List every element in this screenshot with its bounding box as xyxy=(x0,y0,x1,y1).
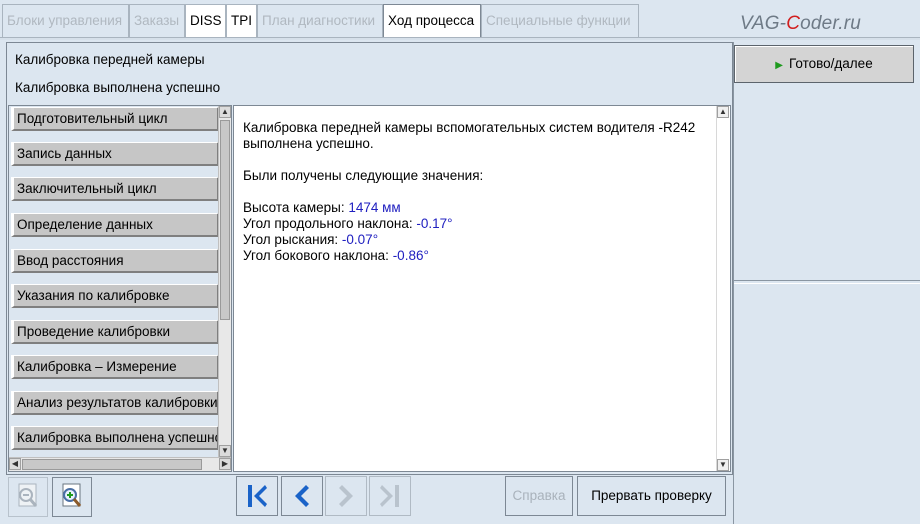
scroll-down-icon[interactable]: ▼ xyxy=(717,459,729,471)
list-item[interactable]: Определение данных xyxy=(11,213,219,237)
tab-process[interactable]: Ход процесса xyxy=(383,4,481,40)
message-line: выполнена успешно. xyxy=(243,136,374,151)
tab-orders[interactable]: Заказы xyxy=(129,4,185,37)
scroll-thumb[interactable] xyxy=(220,120,230,320)
list-item[interactable]: Заключительный цикл xyxy=(11,177,219,201)
tab-tpi[interactable]: TPI xyxy=(226,4,257,37)
brand-watermark: VAG-Coder.ru xyxy=(740,13,862,34)
next-icon xyxy=(339,485,353,507)
content-vertical-scrollbar[interactable]: ▲ ▼ xyxy=(716,106,730,471)
value-row: Угол рыскания: -0.07° xyxy=(243,232,379,247)
tab-control-units[interactable]: Блоки управления xyxy=(2,4,129,37)
step-list: Подготовительный цикл Запись данных Закл… xyxy=(8,105,232,472)
list-item[interactable]: Запись данных xyxy=(11,142,219,166)
zoom-out-button[interactable] xyxy=(8,477,48,517)
status-text: Калибровка выполнена успешно xyxy=(15,80,221,95)
play-icon: ▶ xyxy=(775,60,783,71)
last-icon xyxy=(380,485,399,507)
list-item[interactable]: Калибровка выполнена успешно xyxy=(11,426,219,450)
values-intro: Были получены следующие значения: xyxy=(243,168,484,183)
tab-bar: Блоки управления Заказы DISS TPI План ди… xyxy=(0,0,920,40)
scroll-up-icon[interactable]: ▲ xyxy=(219,106,231,118)
value-row: Высота камеры: 1474 мм xyxy=(243,200,401,215)
scroll-thumb[interactable] xyxy=(22,459,202,470)
last-button[interactable] xyxy=(369,476,411,516)
value-row: Угол продольного наклона: -0.17° xyxy=(243,216,453,231)
scroll-right-icon[interactable]: ▶ xyxy=(219,458,231,470)
page-title: Калибровка передней камеры xyxy=(15,52,205,67)
abort-test-button[interactable]: Прервать проверку xyxy=(577,476,726,516)
tab-divider xyxy=(0,37,920,40)
zoom-out-icon xyxy=(18,483,38,507)
next-button[interactable] xyxy=(325,476,367,516)
previous-button[interactable] xyxy=(281,476,323,516)
step-list-horizontal-scrollbar[interactable]: ◀ ▶ xyxy=(9,457,231,471)
zoom-in-icon xyxy=(62,483,82,507)
help-button[interactable]: Справка xyxy=(505,476,573,516)
list-item[interactable]: Проведение калибровки xyxy=(11,320,219,344)
list-item[interactable]: Указания по калибровке xyxy=(11,284,219,308)
message-line: Калибровка передней камеры вспомогательн… xyxy=(243,120,696,135)
first-icon xyxy=(248,485,267,507)
zoom-in-button[interactable] xyxy=(52,477,92,517)
panel-separator xyxy=(734,283,920,284)
value-row: Угол бокового наклона: -0.86° xyxy=(243,248,429,263)
scroll-down-icon[interactable]: ▼ xyxy=(219,445,231,457)
list-item[interactable]: Калибровка – Измерение xyxy=(11,355,219,379)
ready-next-button[interactable]: ▶ Готово/далее xyxy=(734,45,914,83)
panel-separator xyxy=(734,280,920,281)
previous-icon xyxy=(295,485,309,507)
content-pane: Калибровка передней камеры вспомогательн… xyxy=(233,105,731,472)
list-item[interactable]: Анализ результатов калибровки xyxy=(11,391,219,415)
list-item[interactable]: Подготовительный цикл xyxy=(11,107,219,131)
tab-diss[interactable]: DISS xyxy=(185,4,226,37)
result-message: Калибровка передней камеры вспомогательн… xyxy=(243,120,708,264)
step-list-vertical-scrollbar[interactable]: ▲ ▼ xyxy=(218,106,231,457)
list-item[interactable]: Ввод расстояния xyxy=(11,249,219,273)
scroll-left-icon[interactable]: ◀ xyxy=(9,458,21,470)
tab-diagnostic-plan[interactable]: План диагностики xyxy=(257,4,383,37)
scroll-up-icon[interactable]: ▲ xyxy=(717,106,729,118)
tab-special-functions[interactable]: Специальные функции xyxy=(481,4,639,37)
first-button[interactable] xyxy=(236,476,278,516)
